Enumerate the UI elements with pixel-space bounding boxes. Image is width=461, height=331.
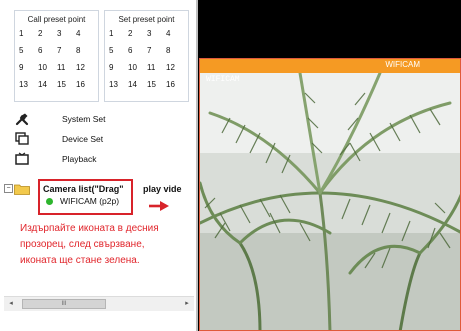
call-preset-9[interactable]: 9 xyxy=(19,63,38,80)
set-preset-7[interactable]: 7 xyxy=(147,46,166,63)
call-preset-12[interactable]: 12 xyxy=(76,63,95,80)
set-preset-6[interactable]: 6 xyxy=(128,46,147,63)
call-preset-6[interactable]: 6 xyxy=(38,46,57,63)
instruction-text: Издърпайте иконата в десния прозорец, сл… xyxy=(20,223,159,266)
set-preset-15[interactable]: 15 xyxy=(147,80,166,97)
camera-feed-image xyxy=(200,73,460,330)
call-preset-14[interactable]: 14 xyxy=(38,80,57,97)
set-preset-9[interactable]: 9 xyxy=(109,63,128,80)
online-status-icon xyxy=(46,197,53,205)
set-preset-11[interactable]: 11 xyxy=(147,63,166,80)
call-preset-1[interactable]: 1 xyxy=(19,29,38,46)
set-preset-16[interactable]: 16 xyxy=(166,80,185,97)
tree-collapse-toggle[interactable]: − xyxy=(4,184,13,193)
video-titlebar: WIFICAM xyxy=(200,59,460,73)
scroll-thumb[interactable]: III xyxy=(22,299,106,309)
call-preset-5[interactable]: 5 xyxy=(19,46,38,63)
call-preset-title: Call preset point xyxy=(27,15,86,24)
left-control-panel: Call preset point 1 2 3 4 5 6 7 8 9 10 1… xyxy=(0,0,196,331)
set-preset-10[interactable]: 10 xyxy=(128,63,147,80)
set-preset-14[interactable]: 14 xyxy=(128,80,147,97)
call-preset-16[interactable]: 16 xyxy=(76,80,95,97)
call-preset-grid: 1 2 3 4 5 6 7 8 9 10 11 12 13 14 15 16 xyxy=(19,29,95,97)
video-title: WIFICAM xyxy=(385,60,420,69)
set-preset-12[interactable]: 12 xyxy=(166,63,185,80)
set-preset-3[interactable]: 3 xyxy=(147,29,166,46)
call-preset-3[interactable]: 3 xyxy=(57,29,76,46)
set-preset-grid: 1 2 3 4 5 6 7 8 9 10 11 12 13 14 15 16 xyxy=(109,29,185,97)
call-preset-15[interactable]: 15 xyxy=(57,80,76,97)
menu-system-set[interactable]: System Set xyxy=(14,111,184,127)
device-set-label: Device Set xyxy=(62,134,104,144)
call-preset-13[interactable]: 13 xyxy=(19,80,38,97)
camera-osd-label: WIFICAM xyxy=(206,75,240,84)
camera-item-wificam[interactable]: WIFICAM (p2p) xyxy=(46,196,119,206)
camera-name: WIFICAM (p2p) xyxy=(60,196,120,206)
folder-icon xyxy=(14,182,30,200)
set-preset-4[interactable]: 4 xyxy=(166,29,185,46)
menu-device-set[interactable]: Device Set xyxy=(14,131,184,147)
tools-icon xyxy=(14,111,30,127)
scroll-right-icon[interactable]: ▸ xyxy=(182,299,192,309)
camera-list-header-rest: play vide xyxy=(143,184,182,194)
call-preset-panel: Call preset point 1 2 3 4 5 6 7 8 9 10 1… xyxy=(14,10,99,102)
horizontal-scrollbar[interactable]: ◂ III ▸ xyxy=(4,296,194,311)
set-preset-8[interactable]: 8 xyxy=(166,46,185,63)
scroll-left-icon[interactable]: ◂ xyxy=(6,299,16,309)
call-preset-8[interactable]: 8 xyxy=(76,46,95,63)
drag-arrow-icon xyxy=(148,199,170,217)
set-preset-title: Set preset point xyxy=(118,15,175,24)
set-preset-5[interactable]: 5 xyxy=(109,46,128,63)
playback-label: Playback xyxy=(62,154,97,164)
playback-monitor-icon xyxy=(14,151,30,167)
call-preset-10[interactable]: 10 xyxy=(38,63,57,80)
set-preset-2[interactable]: 2 xyxy=(128,29,147,46)
call-preset-11[interactable]: 11 xyxy=(57,63,76,80)
set-preset-13[interactable]: 13 xyxy=(109,80,128,97)
menu-playback[interactable]: Playback xyxy=(14,151,184,167)
call-preset-4[interactable]: 4 xyxy=(76,29,95,46)
set-preset-panel: Set preset point 1 2 3 4 5 6 7 8 9 10 11… xyxy=(104,10,189,102)
call-preset-2[interactable]: 2 xyxy=(38,29,57,46)
call-preset-7[interactable]: 7 xyxy=(57,46,76,63)
video-window[interactable]: WIFICAM WIFICAM xyxy=(199,58,461,331)
set-preset-1[interactable]: 1 xyxy=(109,29,128,46)
system-set-label: System Set xyxy=(62,114,106,124)
device-windows-icon xyxy=(14,131,30,147)
